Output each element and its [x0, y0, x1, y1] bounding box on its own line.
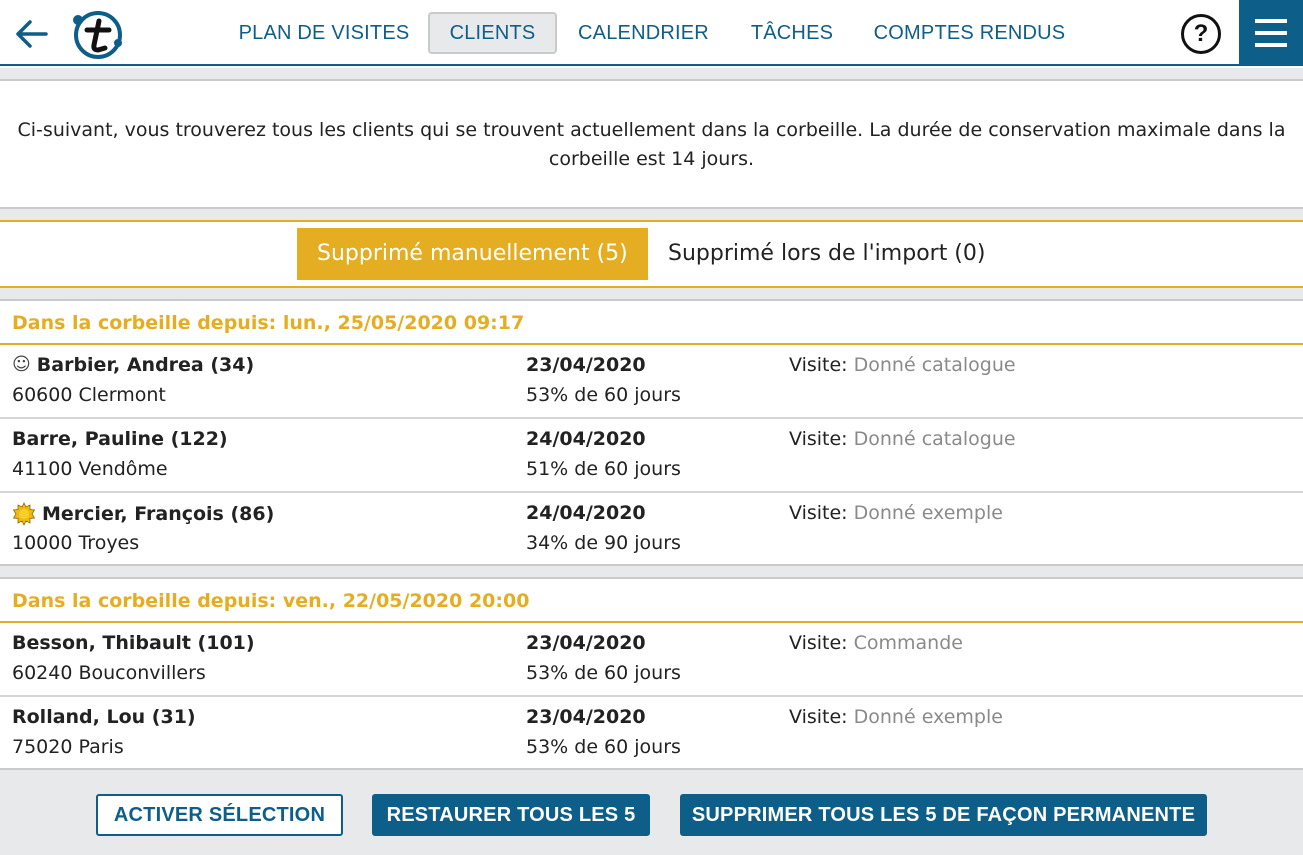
client-progress: 53% de 60 jours	[526, 662, 681, 684]
group-header: Dans la corbeille depuis: lun., 25/05/20…	[0, 301, 1303, 345]
visit-value: Donné catalogue	[853, 354, 1016, 376]
visit-value: Donné exemple	[853, 502, 1003, 524]
help-icon[interactable]: ?	[1181, 14, 1221, 54]
client-visit: Visite: Donné catalogue	[789, 428, 1016, 450]
visit-label: Visite:	[789, 428, 848, 450]
client-progress: 53% de 60 jours	[526, 384, 681, 406]
nav-taches[interactable]: TÂCHES	[746, 12, 838, 54]
client-progress: 51% de 60 jours	[526, 458, 681, 480]
hamburger-menu-icon[interactable]	[1239, 0, 1303, 66]
client-name-text: Besson, Thibault (101)	[12, 632, 255, 654]
client-name-text: Rolland, Lou (31)	[12, 706, 196, 728]
client-visit: Visite: Donné exemple	[789, 706, 1003, 728]
visit-label: Visite:	[789, 502, 848, 524]
client-date: 23/04/2020	[526, 354, 646, 376]
restore-all-button[interactable]: RESTAURER TOUS LES 5	[372, 794, 650, 836]
client-address: 60600 Clermont	[12, 384, 166, 406]
intro-text: Ci-suivant, vous trouverez tous les clie…	[17, 119, 1286, 170]
top-bar: PLAN DE VISITES CLIENTS CALENDRIER TÂCHE…	[0, 0, 1303, 66]
visit-value: Donné exemple	[853, 706, 1003, 728]
client-date: 23/04/2020	[526, 632, 646, 654]
client-visit: Visite: Donné catalogue	[789, 354, 1016, 376]
visit-label: Visite:	[789, 354, 848, 376]
client-row[interactable]: Barre, Pauline (122) 41100 Vendôme 24/04…	[0, 419, 1303, 493]
nav-calendrier[interactable]: CALENDRIER	[575, 12, 712, 54]
tab-supprime-import[interactable]: Supprimé lors de l'import (0)	[648, 228, 1005, 280]
client-visit: Visite: Commande	[789, 632, 963, 654]
main-nav: PLAN DE VISITES CLIENTS CALENDRIER TÂCHE…	[0, 12, 1303, 54]
visit-label: Visite:	[789, 632, 848, 654]
client-name: Besson, Thibault (101)	[12, 632, 255, 654]
client-address: 10000 Troyes	[12, 532, 140, 554]
client-row[interactable]: Rolland, Lou (31) 75020 Paris 23/04/2020…	[0, 697, 1303, 771]
client-date: 24/04/2020	[526, 502, 646, 524]
visit-value: Commande	[853, 632, 963, 654]
client-address: 60240 Bouconvillers	[12, 662, 206, 684]
activate-selection-button[interactable]: ACTIVER SÉLECTION	[96, 794, 343, 836]
nav-clients[interactable]: CLIENTS	[428, 12, 557, 54]
tabs-separator	[0, 207, 1303, 222]
client-date: 23/04/2020	[526, 706, 646, 728]
client-name: Mercier, François (86)	[12, 502, 274, 526]
client-date: 24/04/2020	[526, 428, 646, 450]
header-separator	[0, 68, 1303, 81]
list-separator	[0, 286, 1303, 301]
client-name: Barre, Pauline (122)	[12, 428, 228, 450]
sun-icon	[12, 502, 36, 526]
client-address: 75020 Paris	[12, 736, 124, 758]
client-visit: Visite: Donné exemple	[789, 502, 1003, 524]
tab-supprime-manuellement[interactable]: Supprimé manuellement (5)	[297, 228, 648, 280]
client-name: ☺ Barbier, Andrea (34)	[12, 354, 254, 376]
client-progress: 53% de 60 jours	[526, 736, 681, 758]
client-progress: 34% de 90 jours	[526, 532, 681, 554]
delete-permanently-button[interactable]: SUPPRIMER TOUS LES 5 DE FAÇON PERMANENTE	[680, 794, 1207, 836]
client-name-text: Barre, Pauline (122)	[12, 428, 228, 450]
client-name-text: Barbier, Andrea (34)	[36, 354, 255, 376]
group-header: Dans la corbeille depuis: ven., 22/05/20…	[0, 579, 1303, 623]
client-name: Rolland, Lou (31)	[12, 706, 196, 728]
client-row[interactable]: Mercier, François (86) 10000 Troyes 24/0…	[0, 493, 1303, 567]
nav-plan-de-visites[interactable]: PLAN DE VISITES	[238, 12, 410, 54]
client-row[interactable]: ☺ Barbier, Andrea (34) 60600 Clermont 23…	[0, 345, 1303, 419]
visit-value: Donné catalogue	[853, 428, 1016, 450]
client-row[interactable]: Besson, Thibault (101) 60240 Bouconville…	[0, 623, 1303, 697]
smiley-icon: ☺	[12, 354, 31, 375]
action-footer: ACTIVER SÉLECTION RESTAURER TOUS LES 5 S…	[0, 768, 1303, 855]
visit-label: Visite:	[789, 706, 848, 728]
nav-comptes-rendus[interactable]: COMPTES RENDUS	[872, 12, 1067, 54]
client-name-text: Mercier, François (86)	[42, 503, 275, 525]
client-address: 41100 Vendôme	[12, 458, 168, 480]
group-separator	[0, 564, 1303, 579]
